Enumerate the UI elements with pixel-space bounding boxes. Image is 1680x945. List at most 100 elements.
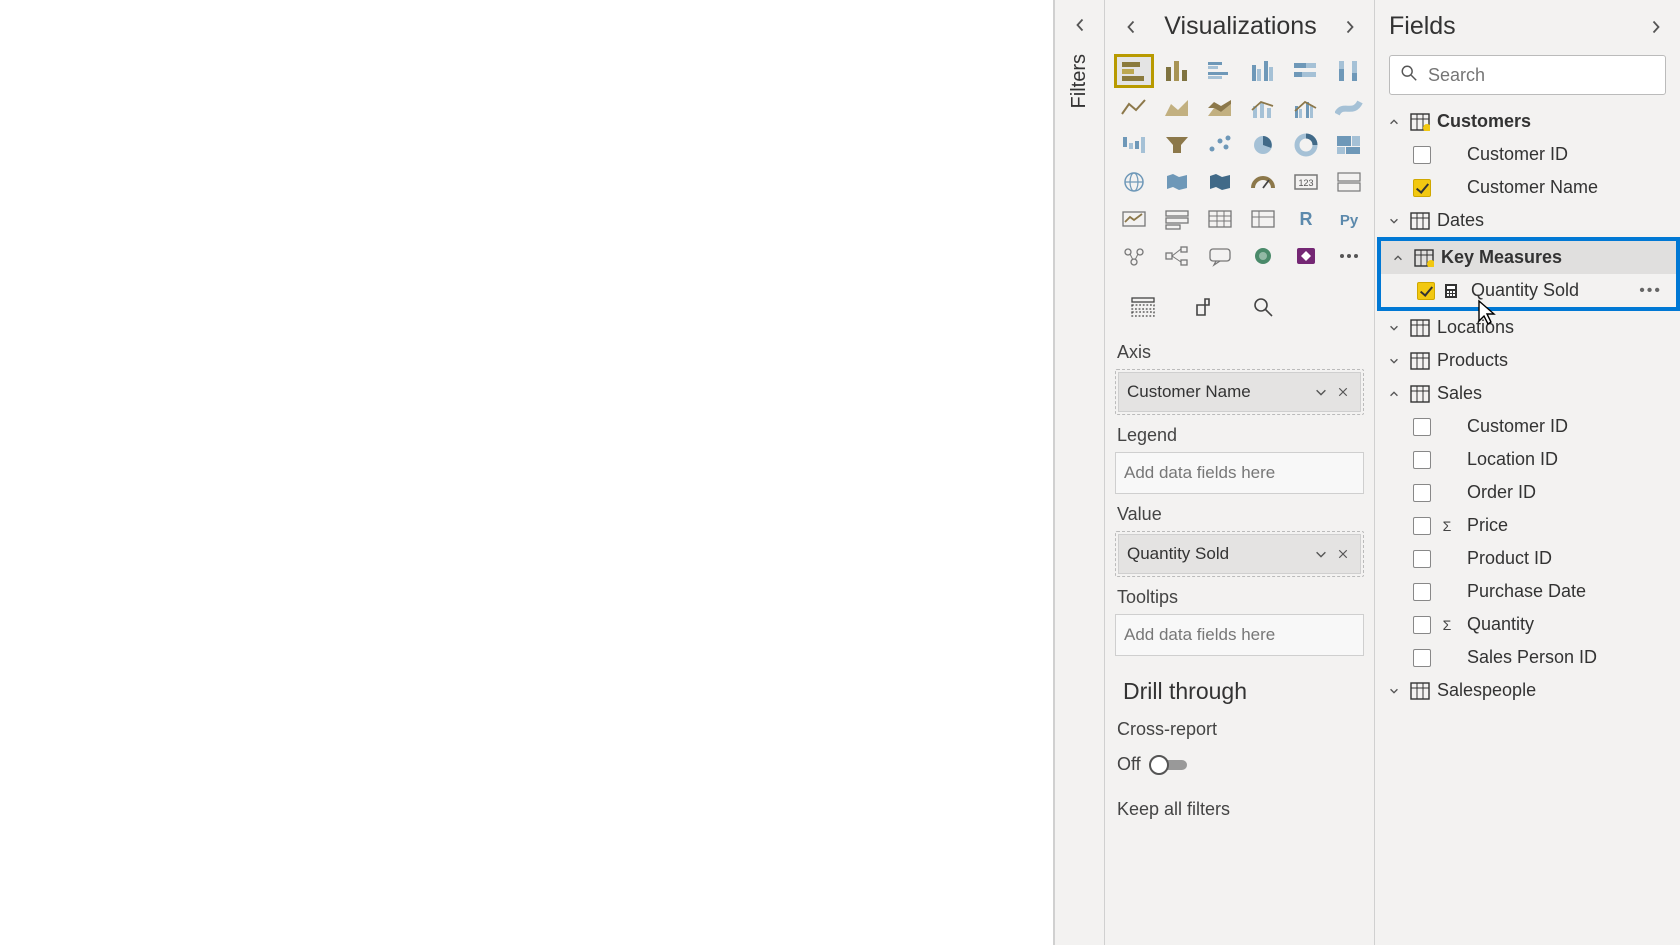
line-clustered-column-icon[interactable] bbox=[1287, 92, 1325, 124]
collapse-viz-panel[interactable] bbox=[1119, 15, 1143, 39]
key-influencers-icon[interactable] bbox=[1115, 240, 1153, 272]
visualization-type-grid: 123 R Py bbox=[1105, 51, 1374, 278]
table-dates[interactable]: Dates bbox=[1377, 204, 1680, 237]
field-sales-purchase-date[interactable]: Purchase Date bbox=[1377, 575, 1680, 608]
cross-report-label: Cross-report bbox=[1115, 713, 1364, 744]
analytics-tab-icon[interactable] bbox=[1247, 292, 1279, 322]
more-options-icon[interactable]: ••• bbox=[1639, 282, 1668, 300]
checkbox[interactable] bbox=[1413, 649, 1431, 667]
ribbon-chart-icon[interactable] bbox=[1330, 92, 1368, 124]
checkbox-checked[interactable] bbox=[1413, 179, 1431, 197]
visualizations-title: Visualizations bbox=[1164, 12, 1316, 41]
treemap-icon[interactable] bbox=[1330, 129, 1368, 161]
field-sales-location-id[interactable]: Location ID bbox=[1377, 443, 1680, 476]
pie-chart-icon[interactable] bbox=[1244, 129, 1282, 161]
table-key-measures[interactable]: Key Measures bbox=[1381, 241, 1676, 274]
axis-well[interactable]: Customer Name bbox=[1115, 369, 1364, 415]
slicer-icon[interactable] bbox=[1158, 203, 1196, 235]
clustered-bar-chart-icon[interactable] bbox=[1201, 55, 1239, 87]
cross-report-toggle[interactable]: Off bbox=[1115, 748, 1364, 779]
checkbox[interactable] bbox=[1413, 583, 1431, 601]
kpi-icon[interactable] bbox=[1115, 203, 1153, 235]
line-stacked-column-icon[interactable] bbox=[1244, 92, 1282, 124]
card-icon[interactable]: 123 bbox=[1287, 166, 1325, 198]
checkbox[interactable] bbox=[1413, 418, 1431, 436]
chevron-down-icon bbox=[1385, 352, 1403, 370]
chevron-down-icon[interactable] bbox=[1310, 543, 1332, 565]
map-icon[interactable] bbox=[1115, 166, 1153, 198]
checkbox-checked[interactable] bbox=[1417, 282, 1435, 300]
field-sales-product-id[interactable]: Product ID bbox=[1377, 542, 1680, 575]
checkbox[interactable] bbox=[1413, 484, 1431, 502]
table-products[interactable]: Products bbox=[1377, 344, 1680, 377]
report-canvas[interactable] bbox=[0, 0, 1055, 945]
checkbox[interactable] bbox=[1413, 550, 1431, 568]
funnel-chart-icon[interactable] bbox=[1158, 129, 1196, 161]
expand-viz-panel[interactable] bbox=[1338, 15, 1362, 39]
waterfall-chart-icon[interactable] bbox=[1115, 129, 1153, 161]
checkbox[interactable] bbox=[1413, 616, 1431, 634]
gauge-icon[interactable] bbox=[1244, 166, 1282, 198]
axis-pill-customer-name[interactable]: Customer Name bbox=[1118, 372, 1361, 412]
legend-well[interactable]: Add data fields here bbox=[1115, 452, 1364, 494]
hundred-stacked-column-icon[interactable] bbox=[1330, 55, 1368, 87]
fields-search[interactable] bbox=[1389, 55, 1666, 95]
filters-label: Filters bbox=[1068, 54, 1091, 108]
drill-through-heading: Drill through bbox=[1123, 678, 1364, 705]
chevron-down-icon[interactable] bbox=[1310, 381, 1332, 403]
format-tab-icon[interactable] bbox=[1187, 292, 1219, 322]
qa-visual-icon[interactable] bbox=[1201, 240, 1239, 272]
field-sales-customer-id[interactable]: Customer ID bbox=[1377, 410, 1680, 443]
field-sales-order-id[interactable]: Order ID bbox=[1377, 476, 1680, 509]
value-well[interactable]: Quantity Sold bbox=[1115, 531, 1364, 577]
checkbox[interactable] bbox=[1413, 517, 1431, 535]
table-salespeople[interactable]: Salespeople bbox=[1377, 674, 1680, 707]
area-chart-icon[interactable] bbox=[1158, 92, 1196, 124]
highlight-key-measures: Key Measures Quantity Sold ••• bbox=[1377, 237, 1680, 311]
fields-panel: Fields Customers Customer ID Customer Na… bbox=[1375, 0, 1680, 945]
field-customer-name[interactable]: Customer Name bbox=[1377, 171, 1680, 204]
scatter-chart-icon[interactable] bbox=[1201, 129, 1239, 161]
table-icon[interactable] bbox=[1201, 203, 1239, 235]
table-icon bbox=[1409, 112, 1431, 132]
matrix-icon[interactable] bbox=[1244, 203, 1282, 235]
remove-icon[interactable] bbox=[1332, 543, 1354, 565]
hundred-stacked-bar-icon[interactable] bbox=[1287, 55, 1325, 87]
checkbox[interactable] bbox=[1413, 451, 1431, 469]
field-quantity-sold[interactable]: Quantity Sold ••• bbox=[1381, 274, 1676, 307]
filters-panel-collapsed[interactable]: Filters bbox=[1055, 0, 1105, 945]
search-input[interactable] bbox=[1428, 65, 1660, 86]
svg-text:123: 123 bbox=[1298, 178, 1313, 188]
filled-map-icon[interactable] bbox=[1158, 166, 1196, 198]
python-visual-icon[interactable]: Py bbox=[1330, 203, 1368, 235]
remove-icon[interactable] bbox=[1332, 381, 1354, 403]
shape-map-icon[interactable] bbox=[1201, 166, 1239, 198]
table-icon bbox=[1409, 351, 1431, 371]
table-customers[interactable]: Customers bbox=[1377, 105, 1680, 138]
multi-row-card-icon[interactable] bbox=[1330, 166, 1368, 198]
field-customer-id[interactable]: Customer ID bbox=[1377, 138, 1680, 171]
field-sales-price[interactable]: ΣPrice bbox=[1377, 509, 1680, 542]
stacked-area-chart-icon[interactable] bbox=[1201, 92, 1239, 124]
svg-text:Py: Py bbox=[1340, 212, 1359, 229]
stacked-column-chart-icon[interactable] bbox=[1158, 55, 1196, 87]
line-chart-icon[interactable] bbox=[1115, 92, 1153, 124]
fields-tab-icon[interactable] bbox=[1127, 292, 1159, 322]
chevron-up-icon bbox=[1385, 113, 1403, 131]
more-visuals-icon[interactable] bbox=[1330, 240, 1368, 272]
expand-fields-panel[interactable] bbox=[1644, 15, 1668, 39]
field-sales-quantity[interactable]: ΣQuantity bbox=[1377, 608, 1680, 641]
value-pill-quantity-sold[interactable]: Quantity Sold bbox=[1118, 534, 1361, 574]
field-sales-sales-person-id[interactable]: Sales Person ID bbox=[1377, 641, 1680, 674]
table-sales[interactable]: Sales bbox=[1377, 377, 1680, 410]
arcgis-map-icon[interactable] bbox=[1244, 240, 1282, 272]
table-locations[interactable]: Locations bbox=[1377, 311, 1680, 344]
stacked-bar-chart-icon[interactable] bbox=[1115, 55, 1153, 87]
clustered-column-chart-icon[interactable] bbox=[1244, 55, 1282, 87]
donut-chart-icon[interactable] bbox=[1287, 129, 1325, 161]
checkbox[interactable] bbox=[1413, 146, 1431, 164]
r-visual-icon[interactable]: R bbox=[1287, 203, 1325, 235]
tooltips-well[interactable]: Add data fields here bbox=[1115, 614, 1364, 656]
decomposition-tree-icon[interactable] bbox=[1158, 240, 1196, 272]
powerapps-visual-icon[interactable] bbox=[1287, 240, 1325, 272]
